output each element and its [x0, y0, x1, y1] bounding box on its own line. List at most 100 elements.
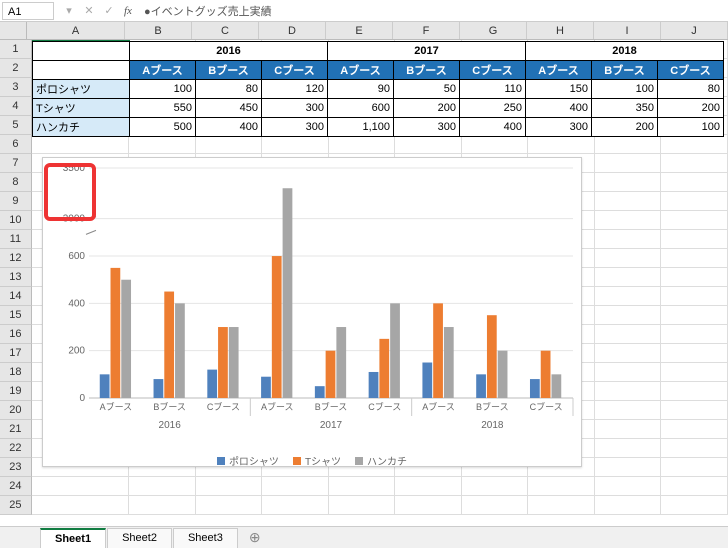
- row-header-15[interactable]: 15: [0, 306, 32, 325]
- row-header-3[interactable]: 3: [0, 78, 32, 97]
- column-header-D[interactable]: D: [259, 22, 326, 39]
- cell[interactable]: [661, 401, 728, 420]
- row-header-25[interactable]: 25: [0, 496, 32, 515]
- cell[interactable]: [262, 135, 329, 154]
- row-header-17[interactable]: 17: [0, 344, 32, 363]
- cell[interactable]: [595, 211, 662, 230]
- row-header-5[interactable]: 5: [0, 116, 32, 135]
- row-header-9[interactable]: 9: [0, 192, 32, 211]
- cell[interactable]: [661, 439, 728, 458]
- cell[interactable]: [129, 135, 196, 154]
- sheet-tab-sheet3[interactable]: Sheet3: [173, 528, 238, 548]
- row-header-21[interactable]: 21: [0, 420, 32, 439]
- cell[interactable]: [661, 135, 728, 154]
- cell[interactable]: [661, 249, 728, 268]
- row-header-14[interactable]: 14: [0, 287, 32, 306]
- column-header-F[interactable]: F: [393, 22, 460, 39]
- row-header-13[interactable]: 13: [0, 268, 32, 287]
- cell[interactable]: [661, 458, 728, 477]
- row-header-24[interactable]: 24: [0, 477, 32, 496]
- row-header-12[interactable]: 12: [0, 249, 32, 268]
- cell[interactable]: [595, 230, 662, 249]
- cell[interactable]: [661, 173, 728, 192]
- cell[interactable]: [595, 287, 662, 306]
- dropdown-icon[interactable]: ▾: [60, 4, 78, 17]
- column-header-I[interactable]: I: [594, 22, 661, 39]
- cell[interactable]: [595, 154, 662, 173]
- column-header-J[interactable]: J: [661, 22, 728, 39]
- row-header-11[interactable]: 11: [0, 230, 32, 249]
- row-header-4[interactable]: 4: [0, 97, 32, 116]
- embedded-chart[interactable]: 020040060030003500AブースBブースCブースAブースBブースCブ…: [42, 157, 582, 517]
- cancel-icon[interactable]: ✕: [80, 4, 98, 17]
- svg-text:400: 400: [68, 298, 85, 309]
- formula-bar: A1 ▾ ✕ ✓ fx ●イベントグッズ売上実績: [0, 0, 728, 22]
- add-sheet-button[interactable]: ⊕: [239, 529, 271, 546]
- fx-icon[interactable]: fx: [120, 5, 136, 17]
- cell[interactable]: [196, 135, 263, 154]
- row-header-1[interactable]: 1: [0, 40, 32, 59]
- cell[interactable]: [595, 401, 662, 420]
- cell[interactable]: [595, 420, 662, 439]
- cell[interactable]: [661, 192, 728, 211]
- cell[interactable]: [595, 382, 662, 401]
- cell[interactable]: [32, 135, 129, 154]
- column-header-E[interactable]: E: [326, 22, 393, 39]
- column-header-A[interactable]: A: [27, 22, 125, 39]
- cell[interactable]: [595, 192, 662, 211]
- sheet-tab-sheet1[interactable]: Sheet1: [40, 528, 106, 548]
- column-header-C[interactable]: C: [192, 22, 259, 39]
- row-header-16[interactable]: 16: [0, 325, 32, 344]
- row-header-7[interactable]: 7: [0, 154, 32, 173]
- cell[interactable]: [595, 249, 662, 268]
- cell[interactable]: [462, 135, 529, 154]
- cell[interactable]: [661, 420, 728, 439]
- formula-value[interactable]: ●イベントグッズ売上実績: [140, 3, 728, 19]
- cell[interactable]: [661, 287, 728, 306]
- cell[interactable]: [595, 496, 662, 515]
- column-header-G[interactable]: G: [460, 22, 527, 39]
- cell[interactable]: [595, 477, 662, 496]
- cell[interactable]: [661, 211, 728, 230]
- chart-plot: 020040060030003500AブースBブースCブースAブースBブースCブ…: [43, 158, 583, 446]
- cell[interactable]: [661, 306, 728, 325]
- cell[interactable]: [661, 154, 728, 173]
- column-header-H[interactable]: H: [527, 22, 594, 39]
- row-header-19[interactable]: 19: [0, 382, 32, 401]
- row-header-18[interactable]: 18: [0, 363, 32, 382]
- row-header-2[interactable]: 2: [0, 59, 32, 78]
- cell[interactable]: [661, 230, 728, 249]
- cell[interactable]: [595, 173, 662, 192]
- cell[interactable]: [661, 382, 728, 401]
- row-header-22[interactable]: 22: [0, 439, 32, 458]
- column-header-B[interactable]: B: [125, 22, 192, 39]
- cell[interactable]: [661, 325, 728, 344]
- cell[interactable]: [329, 135, 396, 154]
- confirm-icon[interactable]: ✓: [100, 4, 118, 17]
- cell[interactable]: [595, 135, 662, 154]
- spreadsheet-grid[interactable]: ABCDEFGHIJ 12345678910111213141516171819…: [0, 22, 728, 515]
- cell[interactable]: [661, 477, 728, 496]
- cell[interactable]: [661, 268, 728, 287]
- data-table[interactable]: 201620172018AブースBブースCブースAブースBブースCブースAブース…: [32, 41, 724, 137]
- cell[interactable]: [595, 268, 662, 287]
- sheet-tab-sheet2[interactable]: Sheet2: [107, 528, 172, 548]
- name-box[interactable]: A1: [2, 2, 54, 20]
- cell[interactable]: [595, 325, 662, 344]
- row-header-8[interactable]: 8: [0, 173, 32, 192]
- cell[interactable]: [595, 344, 662, 363]
- cell[interactable]: [595, 363, 662, 382]
- cell[interactable]: [395, 135, 462, 154]
- cell[interactable]: [595, 458, 662, 477]
- row-header-20[interactable]: 20: [0, 401, 32, 420]
- cell[interactable]: [595, 306, 662, 325]
- cell[interactable]: [595, 439, 662, 458]
- row-header-10[interactable]: 10: [0, 211, 32, 230]
- cell[interactable]: [528, 135, 595, 154]
- row-header-23[interactable]: 23: [0, 458, 32, 477]
- cell[interactable]: [661, 363, 728, 382]
- cell[interactable]: [661, 344, 728, 363]
- select-all-corner[interactable]: [0, 22, 27, 39]
- cell[interactable]: [661, 496, 728, 515]
- row-header-6[interactable]: 6: [0, 135, 32, 154]
